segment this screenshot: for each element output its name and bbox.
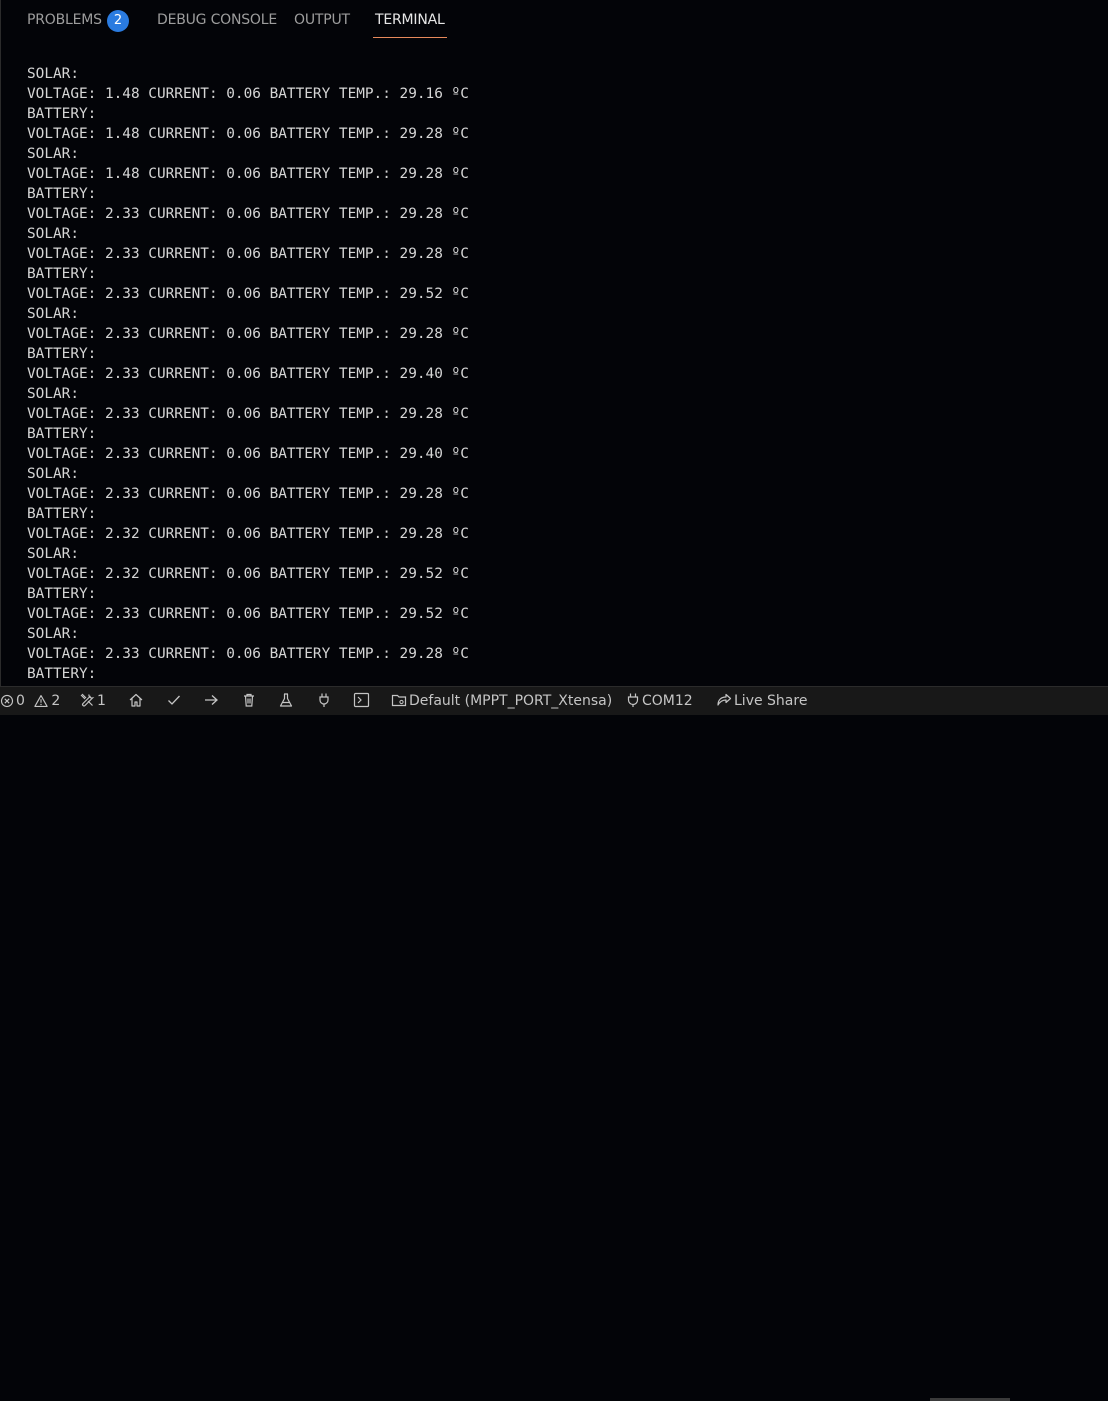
terminal-line: VOLTAGE: 2.33 CURRENT: 0.06 BATTERY TEMP… <box>27 206 469 222</box>
terminal-line: SOLAR: <box>27 466 79 482</box>
terminal-line: BATTERY: <box>27 666 97 682</box>
home-icon <box>129 693 143 707</box>
terminal-line: BATTERY: <box>27 266 97 282</box>
terminal-line: SOLAR: <box>27 386 79 402</box>
terminal-line: SOLAR: <box>27 66 79 82</box>
clean-button[interactable] <box>241 690 257 712</box>
terminal-line: SOLAR: <box>27 226 79 242</box>
problems-status[interactable]: 0 2 <box>0 690 60 712</box>
terminal-line: VOLTAGE: 1.48 CURRENT: 0.06 BATTERY TEMP… <box>27 126 469 142</box>
terminal-line: VOLTAGE: 2.33 CURRENT: 0.06 BATTERY TEMP… <box>27 326 469 342</box>
terminal-line: BATTERY: <box>27 506 97 522</box>
plug-icon <box>319 693 329 707</box>
terminal-line: VOLTAGE: 2.32 CURRENT: 0.06 BATTERY TEMP… <box>27 566 469 582</box>
terminal-icon <box>353 692 370 708</box>
plug-port-icon <box>627 693 639 707</box>
tools-status[interactable]: 1 <box>79 690 106 712</box>
terminal-line: VOLTAGE: 2.33 CURRENT: 0.06 BATTERY TEMP… <box>27 366 469 382</box>
terminal-line: BATTERY: <box>27 346 97 362</box>
terminal-line: SOLAR: <box>27 146 79 162</box>
terminal-line: VOLTAGE: 1.48 CURRENT: 0.06 BATTERY TEMP… <box>27 166 469 182</box>
problems-count-badge: 2 <box>107 10 129 32</box>
arrow-right-icon <box>205 695 218 705</box>
error-count: 0 <box>16 693 25 709</box>
tab-terminal[interactable]: TERMINAL <box>373 12 447 38</box>
tools-count: 1 <box>97 693 106 709</box>
warning-count: 2 <box>51 693 61 709</box>
terminal-line: VOLTAGE: 2.33 CURRENT: 0.06 BATTERY TEMP… <box>27 486 469 502</box>
terminal-line: SOLAR: <box>27 546 79 562</box>
upload-button[interactable] <box>203 690 219 712</box>
check-icon <box>168 695 180 705</box>
terminal-line: VOLTAGE: 2.33 CURRENT: 0.06 BATTERY TEMP… <box>27 646 469 662</box>
terminal-line: VOLTAGE: 2.33 CURRENT: 0.06 BATTERY TEMP… <box>27 606 469 622</box>
tools-icon <box>80 693 95 707</box>
terminal-line: VOLTAGE: 1.48 CURRENT: 0.06 BATTERY TEMP… <box>27 86 469 102</box>
panel-tab-bar: PROBLEMS 2 DEBUG CONSOLE OUTPUT TERMINAL <box>0 0 1108 44</box>
live-share-button[interactable]: Live Share <box>715 690 807 712</box>
live-share-icon <box>717 693 732 706</box>
trash-icon <box>244 693 254 707</box>
tab-output[interactable]: OUTPUT <box>294 12 350 38</box>
terminal-line: VOLTAGE: 2.33 CURRENT: 0.06 BATTERY TEMP… <box>27 246 469 262</box>
new-terminal-button[interactable] <box>353 690 370 712</box>
serial-monitor-button[interactable] <box>316 690 332 712</box>
terminal-line: VOLTAGE: 2.32 CURRENT: 0.06 BATTERY TEMP… <box>27 526 469 542</box>
project-environment[interactable]: Default (MPPT_PORT_Xtensa) <box>391 690 612 712</box>
terminal-line: BATTERY: <box>27 106 97 122</box>
error-icon <box>0 694 14 708</box>
live-share-label: Live Share <box>734 693 808 709</box>
terminal-line: VOLTAGE: 2.33 CURRENT: 0.06 BATTERY TEMP… <box>27 286 469 302</box>
environment-label: Default (MPPT_PORT_Xtensa) <box>409 693 613 709</box>
terminal-line: BATTERY: <box>27 186 97 202</box>
home-button[interactable] <box>128 690 144 712</box>
flask-icon <box>279 693 293 707</box>
folder-env-icon <box>391 694 407 707</box>
port-label: COM12 <box>642 693 693 709</box>
tab-debug-console[interactable]: DEBUG CONSOLE <box>157 12 277 38</box>
terminal-output[interactable]: SOLAR: VOLTAGE: 1.48 CURRENT: 0.06 BATTER… <box>27 64 1097 684</box>
tab-problems[interactable]: PROBLEMS <box>27 12 102 38</box>
terminal-line: VOLTAGE: 2.33 CURRENT: 0.06 BATTERY TEMP… <box>27 446 469 462</box>
port-selector[interactable]: COM12 <box>626 690 693 712</box>
warning-icon <box>34 695 49 707</box>
terminal-line: BATTERY: <box>27 586 97 602</box>
status-bar: 0 2 1 Default (MPPT_PORT_Xtensa) COM12 L… <box>0 686 1108 1401</box>
panel-left-border <box>0 0 1 686</box>
terminal-line: VOLTAGE: 2.33 CURRENT: 0.06 BATTERY TEMP… <box>27 406 469 422</box>
terminal-line: SOLAR: <box>27 306 79 322</box>
build-button[interactable] <box>166 690 182 712</box>
test-button[interactable] <box>278 690 294 712</box>
terminal-line: BATTERY: <box>27 426 97 442</box>
terminal-line: SOLAR: <box>27 626 79 642</box>
